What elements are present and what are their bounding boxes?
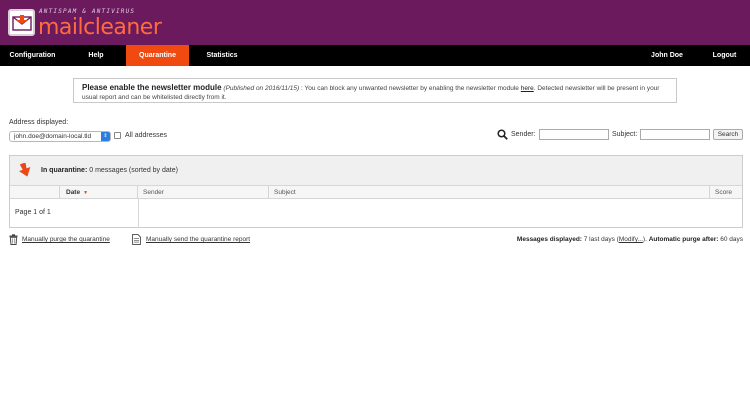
nav-help[interactable]: Help <box>72 45 120 66</box>
all-addresses-label: All addresses <box>125 132 168 139</box>
all-addresses-checkbox[interactable] <box>114 132 121 139</box>
quarantine-summary-value: 0 messages (sorted by date) <box>89 167 178 174</box>
column-sender[interactable]: Sender <box>138 185 269 199</box>
auto-purge-label: Automatic purge after: <box>648 236 719 243</box>
page-info: Page 1 of 1 <box>15 209 51 216</box>
display-settings: Messages displayed: 7 last days (Modify.… <box>516 236 743 243</box>
column-select <box>10 185 60 199</box>
nav-logout[interactable]: Logout <box>702 45 747 66</box>
column-score[interactable]: Score <box>710 185 742 199</box>
modify-link[interactable]: Modify... <box>619 236 643 243</box>
report-icon[interactable] <box>132 234 141 247</box>
messages-displayed-value: 7 last days <box>583 236 615 243</box>
sender-label: Sender: <box>511 131 536 138</box>
nav-user[interactable]: John Doe <box>643 45 691 66</box>
notice-title: Please enable the newsletter module <box>82 83 222 92</box>
quarantine-summary-label: In quarantine: <box>41 167 88 174</box>
subject-label: Subject: <box>612 131 638 138</box>
auto-purge-value: 60 days <box>720 236 743 243</box>
search-button[interactable]: Search <box>713 129 743 140</box>
search-icon <box>497 129 508 142</box>
main-nav: Configuration Help Quarantine Statistics… <box>0 45 750 66</box>
logo-icon[interactable] <box>8 9 35 36</box>
nav-quarantine[interactable]: Quarantine <box>126 45 189 66</box>
sender-input[interactable] <box>539 129 609 140</box>
quarantine-arrow-icon <box>19 162 31 179</box>
nav-statistics[interactable]: Statistics <box>196 45 248 66</box>
purge-quarantine-link[interactable]: Manually purge the quarantine <box>22 236 110 243</box>
messages-displayed-label: Messages displayed: <box>516 236 582 243</box>
newsletter-notice: Please enable the newsletter module (Pub… <box>73 78 677 103</box>
notice-body-before: : You can block any unwanted newsletter … <box>299 85 521 92</box>
trash-icon[interactable] <box>9 234 18 247</box>
select-arrows-icon: ⇕ <box>101 132 110 141</box>
brand-tagline: ANTISPAM & ANTIVIRUS <box>39 8 136 15</box>
quarantine-header: In quarantine: 0 messages (sorted by dat… <box>10 156 742 185</box>
quarantine-summary: In quarantine: 0 messages (sorted by dat… <box>41 167 178 174</box>
sort-desc-icon: ▼ <box>83 190 89 196</box>
column-subject[interactable]: Subject <box>269 185 710 199</box>
quarantine-panel: In quarantine: 0 messages (sorted by dat… <box>9 155 743 228</box>
brand-name: mailcleaner <box>38 15 162 40</box>
address-select[interactable]: john.doe@domain-local.tld ⇕ <box>9 131 111 142</box>
app-header: ANTISPAM & ANTIVIRUS mailcleaner <box>0 0 750 45</box>
row-divider <box>138 199 139 228</box>
address-selected-value: john.doe@domain-local.tld <box>14 133 92 140</box>
notice-published: (Published on 2016/11/15) <box>223 85 300 92</box>
nav-configuration[interactable]: Configuration <box>0 45 65 66</box>
send-report-link[interactable]: Manually send the quarantine report <box>146 236 250 243</box>
column-date[interactable]: Date ▼ <box>60 185 138 199</box>
address-label: Address displayed: <box>9 119 69 126</box>
column-date-label: Date <box>66 189 81 196</box>
notice-enable-link[interactable]: here <box>521 85 534 92</box>
subject-input[interactable] <box>640 129 710 140</box>
